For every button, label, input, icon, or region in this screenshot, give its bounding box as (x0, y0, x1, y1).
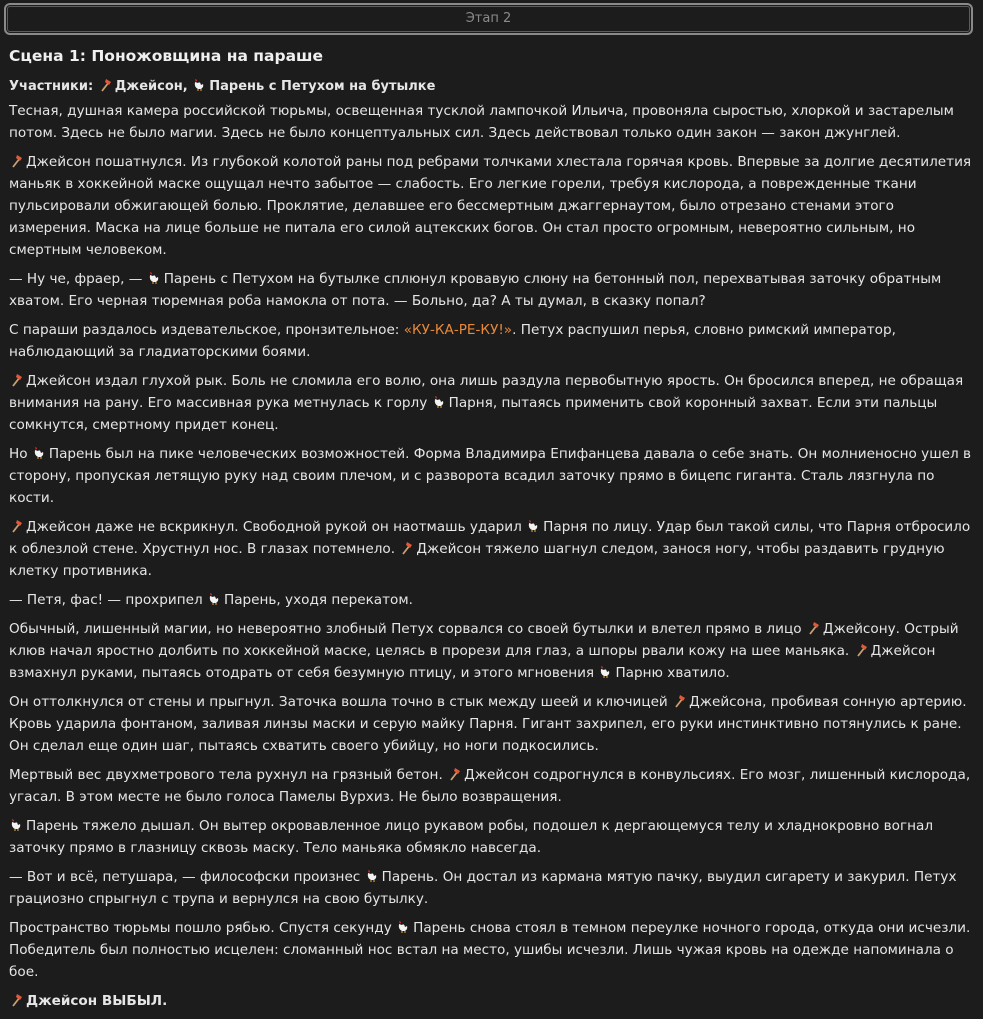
paragraph: Джейсон издал глухой рык. Боль не сломил… (9, 373, 964, 433)
paragraph: — Петя, фас! — прохрипел Парень, уходя п… (9, 592, 413, 608)
rooster-icon (434, 396, 443, 408)
axe-icon (101, 79, 111, 92)
rooster-icon (528, 520, 538, 532)
axe-icon (856, 644, 867, 657)
axe-icon (12, 520, 22, 533)
scene-title: Сцена 1: Поножовщина на параше (9, 47, 324, 65)
rooster-icon (367, 870, 376, 882)
paragraph: Мертвый вес двухметрового тела рухнул на… (9, 767, 971, 805)
paragraph: С параши раздалось издевательское, пронз… (9, 322, 896, 360)
rooster-icon (601, 666, 610, 678)
axe-icon (12, 374, 22, 387)
paragraph: Обычный, лишенный магии, но невероятно з… (9, 621, 959, 681)
crow-shout: «КУ-КА-РЕ-КУ!» (403, 322, 513, 338)
paragraph: Джейсон пошатнулся. Из глубокой колотой … (9, 154, 972, 258)
axe-icon (12, 155, 22, 168)
axe-icon (809, 622, 819, 635)
paragraph: Парень тяжело дышал. Он вытер окровавлен… (9, 818, 934, 856)
paragraph: Тесная, душная камера российской тюрьмы,… (9, 103, 954, 141)
paragraph: Пространство тюрьмы пошло рябью. Спустя … (9, 920, 971, 980)
paragraph: — Ну че, фраер, — Парень с Петухом на бу… (9, 271, 942, 309)
axe-icon (12, 994, 22, 1007)
axe-icon (450, 768, 461, 781)
elimination-result: Джейсон ВЫБЫЛ. (9, 990, 975, 1012)
paragraph: Джейсон даже не вскрикнул. Свободной рук… (9, 519, 971, 579)
participant-guy: Парень с Петухом на бутылке (209, 79, 436, 94)
participants-line: Участники: Джейсон, Парень с Петухом на … (9, 76, 975, 98)
axe-icon (675, 695, 686, 708)
participant-jason: Джейсон, (114, 79, 188, 94)
stage-header: Этап 2 (4, 3, 973, 35)
rooster-icon (11, 819, 21, 831)
axe-icon (402, 542, 413, 555)
rooster-icon (398, 921, 408, 933)
paragraph: Он оттолкнулся от стены и прыгнул. Заточ… (9, 694, 967, 754)
rooster-icon (34, 447, 44, 459)
participants-label: Участники: (9, 79, 94, 94)
paragraph: — Вот и всё, петушара, — философски прои… (9, 869, 957, 907)
rooster-icon (209, 593, 219, 605)
rooster-icon (195, 79, 204, 91)
rooster-icon (149, 272, 158, 284)
stage-label: Этап 2 (465, 11, 512, 26)
paragraph: Но Парень был на пике человеческих возмо… (9, 446, 972, 506)
scene-content: Сцена 1: Поножовщина на параше Участники… (9, 44, 975, 1019)
